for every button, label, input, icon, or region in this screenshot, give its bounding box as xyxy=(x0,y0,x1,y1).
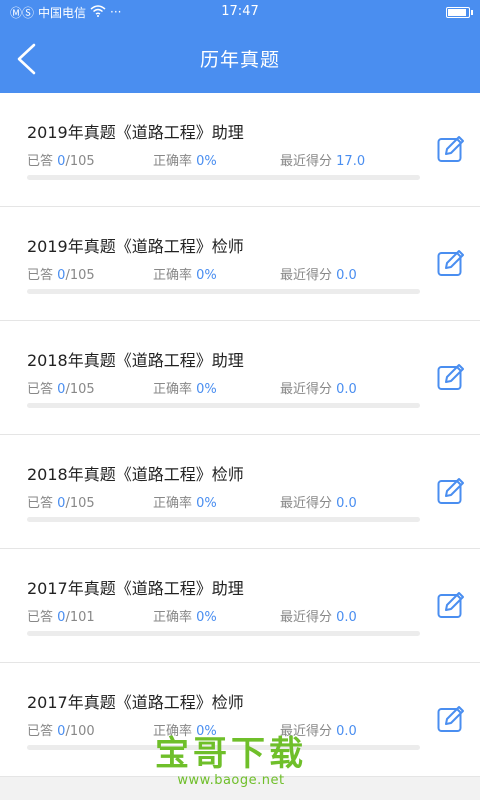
accuracy-value: 0% xyxy=(196,268,217,283)
progress-bar xyxy=(27,631,420,636)
answered-label: 已答 xyxy=(27,268,54,283)
watermark-brand: 宝哥下载 xyxy=(155,734,307,774)
score-value: 17.0 xyxy=(336,154,366,169)
answered-stat: 已答 0/101 xyxy=(27,606,95,625)
accuracy-label: 正确率 xyxy=(153,496,193,511)
accuracy-value: 0% xyxy=(196,496,217,511)
page-title: 历年真题 xyxy=(199,49,280,71)
carrier-label: 中国电信 xyxy=(38,5,87,20)
score-stat: 最近得分 0.0 xyxy=(280,378,357,397)
answered-label: 已答 xyxy=(27,610,54,625)
accuracy-value: 0% xyxy=(196,154,217,169)
battery-icon xyxy=(446,6,473,18)
answered-stat: 已答 0/105 xyxy=(27,378,95,397)
edit-icon xyxy=(437,706,464,732)
score-stat: 最近得分 17.0 xyxy=(280,150,365,169)
answered-stat: 已答 0/105 xyxy=(27,492,95,511)
exam-list-item[interactable]: 2018年真题《道路工程》检师 已答 0/105 正确率 0% 最近得分 0.0 xyxy=(0,435,480,549)
answered-total: /100 xyxy=(65,724,95,739)
watermark-url: www.baoge.net xyxy=(177,773,285,788)
edit-icon xyxy=(437,592,464,618)
score-label: 最近得分 xyxy=(280,268,333,283)
header: ⓂⓈ 中国电信 ··· 17:47 历年真题 xyxy=(0,0,480,93)
status-left: ⓂⓈ 中国电信 ··· xyxy=(10,4,121,21)
answered-label: 已答 xyxy=(27,154,54,169)
exam-title: 2018年真题《道路工程》检师 xyxy=(27,465,244,484)
score-value: 0.0 xyxy=(336,610,357,625)
answered-total: /101 xyxy=(65,610,95,625)
edit-button[interactable] xyxy=(437,705,465,733)
accuracy-stat: 正确率 0% xyxy=(153,150,217,169)
edit-button[interactable] xyxy=(437,477,465,505)
accuracy-stat: 正确率 0% xyxy=(153,606,217,625)
edit-button[interactable] xyxy=(437,135,465,163)
exam-title: 2017年真题《道路工程》检师 xyxy=(27,693,244,712)
status-bar: ⓂⓈ 中国电信 ··· xyxy=(0,0,480,24)
score-value: 0.0 xyxy=(336,382,357,397)
answered-total: /105 xyxy=(65,382,95,397)
answered-total: /105 xyxy=(65,154,95,169)
edit-icon xyxy=(437,364,464,390)
progress-bar xyxy=(27,403,420,408)
score-label: 最近得分 xyxy=(280,154,333,169)
accuracy-stat: 正确率 0% xyxy=(153,264,217,283)
accuracy-value: 0% xyxy=(196,382,217,397)
score-stat: 最近得分 0.0 xyxy=(280,606,357,625)
score-stat: 最近得分 0.0 xyxy=(280,492,357,511)
answered-label: 已答 xyxy=(27,724,54,739)
exam-title: 2019年真题《道路工程》检师 xyxy=(27,237,244,256)
answered-stat: 已答 0/105 xyxy=(27,264,95,283)
answered-total: /105 xyxy=(65,268,95,283)
accuracy-label: 正确率 xyxy=(153,154,193,169)
progress-bar xyxy=(27,289,420,294)
score-value: 0.0 xyxy=(336,268,357,283)
score-label: 最近得分 xyxy=(280,610,333,625)
accuracy-label: 正确率 xyxy=(153,610,193,625)
score-label: 最近得分 xyxy=(280,496,333,511)
answered-total: /105 xyxy=(65,496,95,511)
accuracy-label: 正确率 xyxy=(153,382,193,397)
exam-list-item[interactable]: 2018年真题《道路工程》助理 已答 0/105 正确率 0% 最近得分 0.0 xyxy=(0,321,480,435)
more-dots: ··· xyxy=(110,5,122,19)
accuracy-value: 0% xyxy=(196,610,217,625)
watermark-logo: 宝哥下载 www.baoge.net xyxy=(155,737,307,788)
back-button[interactable] xyxy=(14,42,44,76)
navbar: 历年真题 xyxy=(0,24,480,93)
answered-stat: 已答 0/100 xyxy=(27,720,95,739)
answered-label: 已答 xyxy=(27,496,54,511)
edit-button[interactable] xyxy=(437,363,465,391)
edit-icon xyxy=(437,478,464,504)
progress-bar xyxy=(27,517,420,522)
exam-title: 2018年真题《道路工程》助理 xyxy=(27,351,244,370)
exam-list-item[interactable]: 2017年真题《道路工程》助理 已答 0/101 正确率 0% 最近得分 0.0 xyxy=(0,549,480,663)
edit-icon xyxy=(437,136,464,162)
accuracy-stat: 正确率 0% xyxy=(153,378,217,397)
progress-bar xyxy=(27,175,420,180)
edit-icon xyxy=(437,250,464,276)
accuracy-stat: 正确率 0% xyxy=(153,492,217,511)
score-stat: 最近得分 0.0 xyxy=(280,264,357,283)
exam-title: 2019年真题《道路工程》助理 xyxy=(27,123,244,142)
score-value: 0.0 xyxy=(336,496,357,511)
signal-icon: ⓂⓈ xyxy=(10,5,35,20)
exam-list-item[interactable]: 2019年真题《道路工程》检师 已答 0/105 正确率 0% 最近得分 0.0 xyxy=(0,207,480,321)
edit-button[interactable] xyxy=(437,591,465,619)
answered-stat: 已答 0/105 xyxy=(27,150,95,169)
exam-list: 2019年真题《道路工程》助理 已答 0/105 正确率 0% 最近得分 17.… xyxy=(0,93,480,777)
exam-list-item[interactable]: 2019年真题《道路工程》助理 已答 0/105 正确率 0% 最近得分 17.… xyxy=(0,93,480,207)
exam-title: 2017年真题《道路工程》助理 xyxy=(27,579,244,598)
score-label: 最近得分 xyxy=(280,382,333,397)
answered-label: 已答 xyxy=(27,382,54,397)
edit-button[interactable] xyxy=(437,249,465,277)
wifi-icon xyxy=(90,4,106,20)
accuracy-label: 正确率 xyxy=(153,268,193,283)
chevron-left-icon xyxy=(17,43,36,75)
score-value: 0.0 xyxy=(336,724,357,739)
